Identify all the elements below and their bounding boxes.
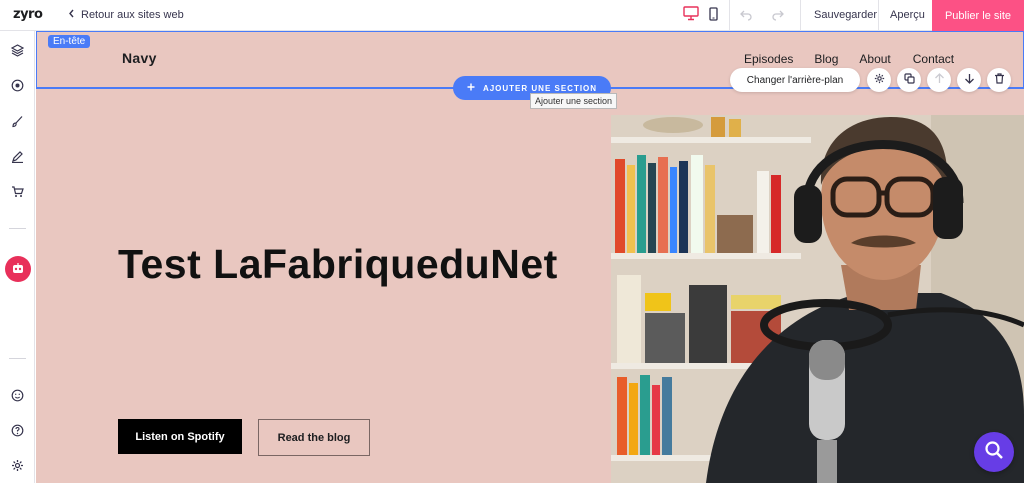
smiley-icon[interactable]: [11, 389, 24, 402]
history-controls: [740, 8, 784, 26]
layers-icon[interactable]: [11, 44, 24, 57]
listen-on-spotify-button[interactable]: Listen on Spotify: [118, 419, 242, 454]
sidebar-divider: [9, 228, 26, 229]
brush-icon[interactable]: [11, 115, 24, 128]
site-navigation: Episodes Blog About Contact: [744, 52, 954, 66]
left-sidebar: [0, 31, 35, 483]
editor-canvas: En-tête Navy Episodes Blog About Contact…: [36, 31, 1024, 483]
read-the-blog-button[interactable]: Read the blog: [258, 419, 370, 456]
desktop-view-icon[interactable]: [683, 6, 699, 26]
move-section-up-button[interactable]: [927, 68, 951, 92]
nav-item-blog[interactable]: Blog: [814, 52, 838, 66]
add-element-icon[interactable]: [11, 79, 24, 92]
toolbar-divider: [729, 0, 730, 31]
hero-image[interactable]: [611, 115, 1024, 483]
add-section-tooltip: Ajouter une section: [530, 93, 618, 109]
trash-icon: [994, 71, 1005, 89]
pen-icon[interactable]: [11, 150, 24, 163]
zyro-logo[interactable]: zyro: [13, 7, 43, 22]
section-badge: En-tête: [48, 35, 91, 48]
ai-assistant-robot-icon[interactable]: [5, 256, 31, 282]
nav-item-contact[interactable]: Contact: [913, 52, 954, 66]
duplicate-section-button[interactable]: [897, 68, 921, 92]
search-help-button[interactable]: [974, 432, 1014, 472]
help-icon[interactable]: [11, 424, 24, 437]
nav-item-episodes[interactable]: Episodes: [744, 52, 793, 66]
change-background-button[interactable]: Changer l'arrière-plan: [730, 68, 860, 92]
hero-title[interactable]: Test LaFabriqueduNet: [118, 241, 558, 288]
cart-icon[interactable]: [11, 185, 24, 198]
sidebar-divider: [9, 358, 26, 359]
nav-item-about[interactable]: About: [859, 52, 890, 66]
undo-icon[interactable]: [740, 8, 752, 26]
search-icon: [984, 440, 1004, 465]
settings-gear-icon[interactable]: [11, 459, 24, 472]
gear-icon: [874, 71, 885, 89]
top-bar: zyro Retour aux sites web Sauvegarder Ap…: [0, 0, 1024, 31]
move-section-down-button[interactable]: [957, 68, 981, 92]
device-switcher: [683, 6, 718, 26]
redo-icon[interactable]: [772, 8, 784, 26]
section-settings-button[interactable]: [867, 68, 891, 92]
chevron-left-icon: [68, 9, 75, 21]
add-section-label: AJOUTER UNE SECTION: [482, 83, 598, 93]
mobile-view-icon[interactable]: [709, 6, 718, 26]
preview-button[interactable]: Aperçu: [890, 9, 925, 21]
arrow-up-icon: [934, 71, 945, 89]
publish-button[interactable]: Publier le site: [932, 0, 1024, 31]
toolbar-divider: [878, 0, 879, 31]
save-button[interactable]: Sauvegarder: [814, 9, 877, 21]
site-brand[interactable]: Navy: [122, 50, 157, 66]
back-link-label: Retour aux sites web: [81, 9, 184, 21]
plus-icon: [467, 83, 475, 93]
arrow-down-icon: [964, 71, 975, 89]
delete-section-button[interactable]: [987, 68, 1011, 92]
copy-icon: [903, 71, 915, 89]
toolbar-divider: [800, 0, 801, 31]
back-to-websites-link[interactable]: Retour aux sites web: [68, 9, 184, 21]
